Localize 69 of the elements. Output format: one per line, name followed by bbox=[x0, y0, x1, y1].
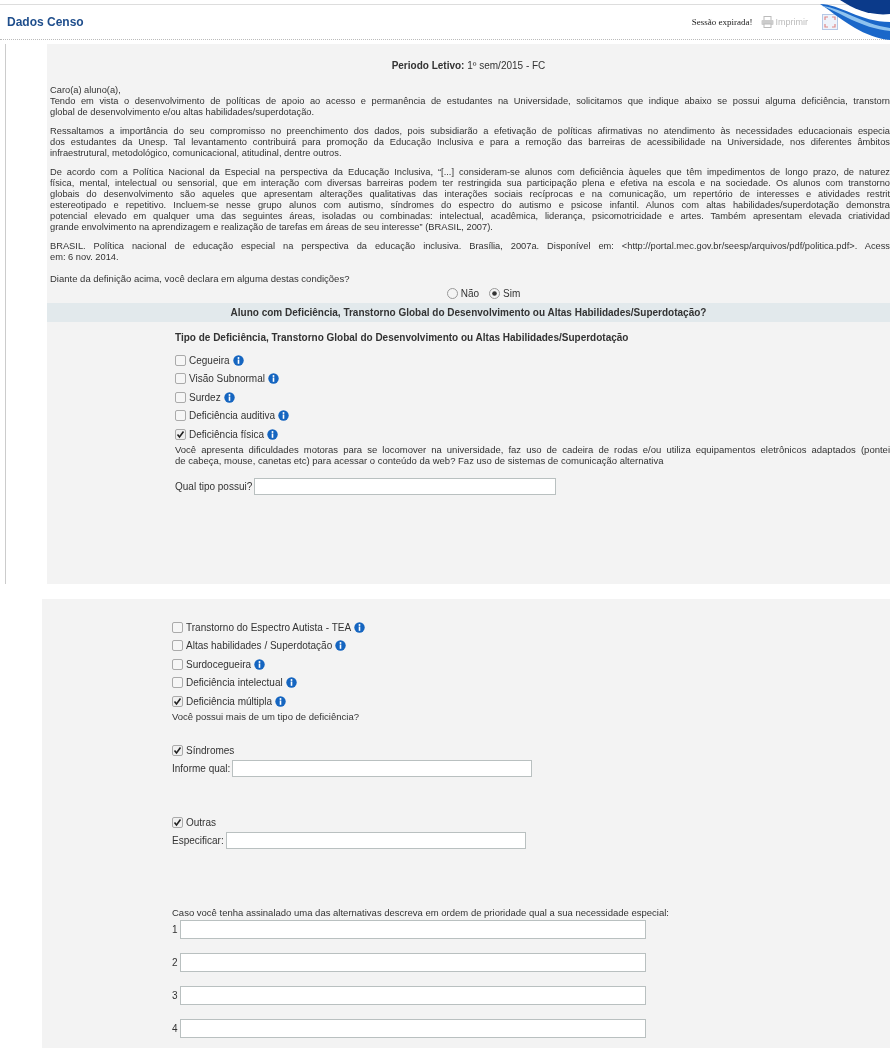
field-label: Informe qual: bbox=[172, 763, 231, 774]
info-icon[interactable] bbox=[278, 410, 290, 422]
checkbox[interactable] bbox=[172, 658, 183, 670]
checkbox[interactable] bbox=[175, 354, 186, 366]
field-label: Qual tipo possui? bbox=[175, 480, 253, 492]
info-icon[interactable] bbox=[335, 640, 347, 652]
header-swoosh-drawing bbox=[820, 0, 890, 40]
checkbox[interactable] bbox=[175, 391, 186, 403]
help-text: Você apresenta dificuldades motoras para se locomover na universidade, faz uso de cadeira de rodas e/ou utiliza equipamentos eletrônicos adaptados (pontei de cabeça, mouse, canetas etc) para acessar o conteúdo da web? Faz uso de sistemas de comunicação alternativa bbox=[175, 443, 890, 466]
checkbox-label: Surdez bbox=[189, 391, 221, 403]
checkbox[interactable] bbox=[172, 816, 183, 828]
field-label: Especificar: bbox=[172, 834, 224, 846]
checkbox[interactable] bbox=[172, 745, 183, 757]
intro-paragraph: BRASIL. Política nacional de educação especial na perspectiva da educação inclusiva. Brasília, 2007a. Disponível em: <http://portal.mec.gov.br/seesp/arquivos/pdf/politica.pdf>. Acess em: 6 nov. 2014. bbox=[50, 241, 890, 263]
info-icon[interactable] bbox=[254, 658, 266, 670]
checkbox-label: Transtorno do Espectro Autista - TEA bbox=[186, 621, 352, 633]
checkbox-label: Síndromes bbox=[186, 745, 235, 757]
checkbox-label: Cegueira bbox=[189, 354, 230, 366]
input-field[interactable] bbox=[179, 985, 646, 1005]
checkbox-label: Altas habilidades / Superdotação bbox=[186, 640, 333, 652]
checkbox[interactable] bbox=[172, 677, 183, 689]
input-field[interactable] bbox=[225, 831, 526, 849]
intro-paragraph: Tendo em vista o desenvolvimento de políticas de apoio ao acesso e permanência de estudantes na Universidade, solicitamos que indique abaixo se possui alguma deficiência, transtorn global de desenvolvimento e/ou altas habilidades/superdotação. bbox=[50, 96, 890, 118]
info-icon[interactable] bbox=[354, 621, 366, 633]
session-status: Sessão expirada! bbox=[691, 17, 753, 27]
info-icon[interactable] bbox=[275, 695, 287, 707]
checkbox-label: Deficiência múltipla bbox=[186, 695, 273, 707]
period-heading: Periodo Letivo: 1º sem/2015 - FC bbox=[390, 60, 547, 71]
radio-button[interactable] bbox=[489, 288, 501, 299]
section-header: Aluno com Deficiência, Transtorno Global do Desenvolvimento ou Altas Habilidades/Superdotação? bbox=[47, 303, 890, 322]
checkbox-label: Deficiência física bbox=[189, 428, 265, 440]
printer-icon bbox=[760, 16, 774, 28]
input-field[interactable] bbox=[254, 477, 557, 495]
checkbox-label: Deficiência intelectual bbox=[186, 677, 283, 689]
page-title: Dados Censo bbox=[7, 15, 85, 29]
info-icon[interactable] bbox=[268, 373, 279, 385]
subsection-title: Tipo de Deficiência, Transtorno Global do Desenvolvimento ou Altas Habilidades/Superdotação bbox=[175, 332, 630, 343]
field-number: 1 bbox=[172, 923, 178, 935]
info-icon[interactable] bbox=[223, 391, 235, 403]
checkbox[interactable] bbox=[175, 410, 186, 422]
question-text: Diante da definição acima, você declara em alguma destas condições? bbox=[50, 273, 351, 284]
question-text: Você possui mais de um tipo de deficiência? bbox=[172, 710, 360, 722]
input-field[interactable] bbox=[179, 919, 646, 939]
info-icon[interactable] bbox=[232, 354, 244, 366]
intro-paragraph: Ressaltamos a importância do seu compromisso no preenchimento dos dados, pois subsidiarão a efetivação de políticas afirmativas no atendimento às necessidades educacionais especia dos estudantes da Unesp. Tal levantamento contribuirá para promoção da Educação Inclusiva e para a remoção das barreiras de acessibilidade na Universidade, nos diferentes âmbitos infraestrutural, metodológico, comunicacional, atitudinal, dentre outros. bbox=[50, 126, 890, 159]
field-number: 2 bbox=[172, 956, 178, 968]
input-field[interactable] bbox=[232, 760, 533, 777]
radio-label: Sim bbox=[503, 288, 521, 299]
checkbox[interactable] bbox=[175, 373, 186, 385]
input-field[interactable] bbox=[179, 952, 646, 972]
intro-paragraph: Caro(a) aluno(a), bbox=[50, 85, 122, 96]
info-icon[interactable] bbox=[285, 677, 297, 689]
fullscreen-icon[interactable] bbox=[822, 14, 838, 30]
checkbox[interactable] bbox=[172, 640, 183, 652]
checkbox-label: Visão Subnormal bbox=[189, 373, 265, 385]
radio-label: Não bbox=[460, 288, 480, 299]
checkbox[interactable] bbox=[172, 695, 183, 707]
prompt-text: Caso você tenha assinalado uma das alternativas descreva em ordem de prioridade qual a sua necessidade especial: bbox=[172, 906, 670, 918]
checkbox-label: Outras bbox=[186, 816, 216, 828]
checkbox-label: Surdocegueira bbox=[186, 658, 252, 670]
info-icon[interactable] bbox=[267, 428, 279, 440]
radio-button[interactable] bbox=[446, 288, 458, 299]
field-number: 4 bbox=[172, 1022, 178, 1034]
checkbox[interactable] bbox=[172, 621, 183, 633]
checkbox-label: Deficiência auditiva bbox=[189, 410, 276, 422]
input-field[interactable] bbox=[179, 1018, 646, 1038]
field-number: 3 bbox=[172, 989, 178, 1001]
intro-paragraph: De acordo com a Política Nacional da Especial na perspectiva da Educação Inclusiva, “[...] consideram-se alunos com deficiência àqueles que têm impedimentos de longo prazo, de naturez física, mental, intelectual ou sensorial, que em interação com diversas barreiras podem ter restringida sua participação plena e efetiva na escola e na sociedade. Os alunos com transtorno globais do desenvolvimento são aqueles que apresentam alterações qualitativas das interações sociais recíprocas e na comunicação, um repertório de interesses e atividades restrit estereotipado e repetitivo. Incluem-se nesse grupo alunos com autismo, síndromes do espectro do autismo e psicose infantil. Alunos com altas habilidades/superdotação demonstra potencial elevado em qualquer uma das seguintes áreas, isoladas ou combinadas: intelectual, acadêmica, liderança, psicomotricidade e artes. Também apresentam elevada criatividad grande envolvimento na aprendizagem e realização de tarefas em áreas de seu interesse” (BRASIL, 2007). bbox=[50, 167, 890, 233]
checkbox[interactable] bbox=[175, 428, 186, 440]
